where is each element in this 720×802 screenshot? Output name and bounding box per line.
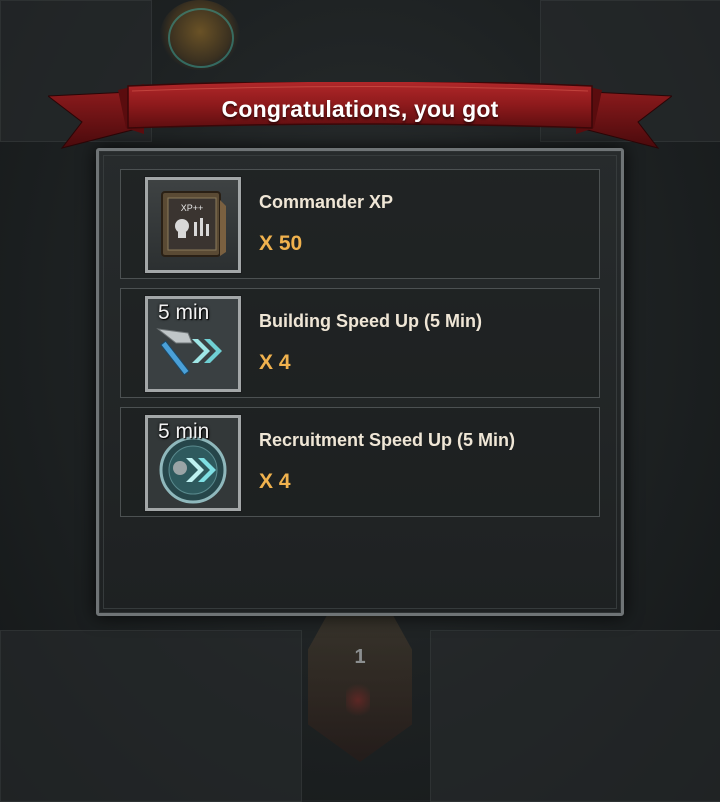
background-tile [430,630,720,802]
title-banner: Congratulations, you got [48,82,672,162]
biohazard-emblem-icon [160,0,240,70]
soldier-speedup-icon: 5 min [145,415,241,511]
reward-row-recruitment-speed-up: 5 min Recruitment Speed Up (5 Min) X 4 [120,407,600,517]
svg-text:XP++: XP++ [181,203,204,213]
xp-book-icon: XP++ [145,177,241,273]
reward-row-building-speed-up: 5 min Building Speed Up (5 Min) X 4 [120,288,600,398]
map-node-number: 1 [354,646,366,668]
reward-row-commander-xp: XP++ Commander XP X 50 [120,169,600,279]
duration-badge: 5 min [158,420,210,443]
reward-quantity: X 4 [259,351,291,374]
reward-name: Recruitment Speed Up (5 Min) [259,430,516,450]
banner-title: Congratulations, you got [221,96,499,122]
duration-badge: 5 min [158,301,210,324]
background-tile [0,630,302,802]
reward-name: Building Speed Up (5 Min) [259,311,482,331]
reward-name: Commander XP [259,192,394,212]
background-glow [346,680,370,720]
reward-quantity: X 50 [259,232,303,255]
reward-quantity: X 4 [259,470,291,493]
wrench-speedup-icon: 5 min [145,296,241,392]
